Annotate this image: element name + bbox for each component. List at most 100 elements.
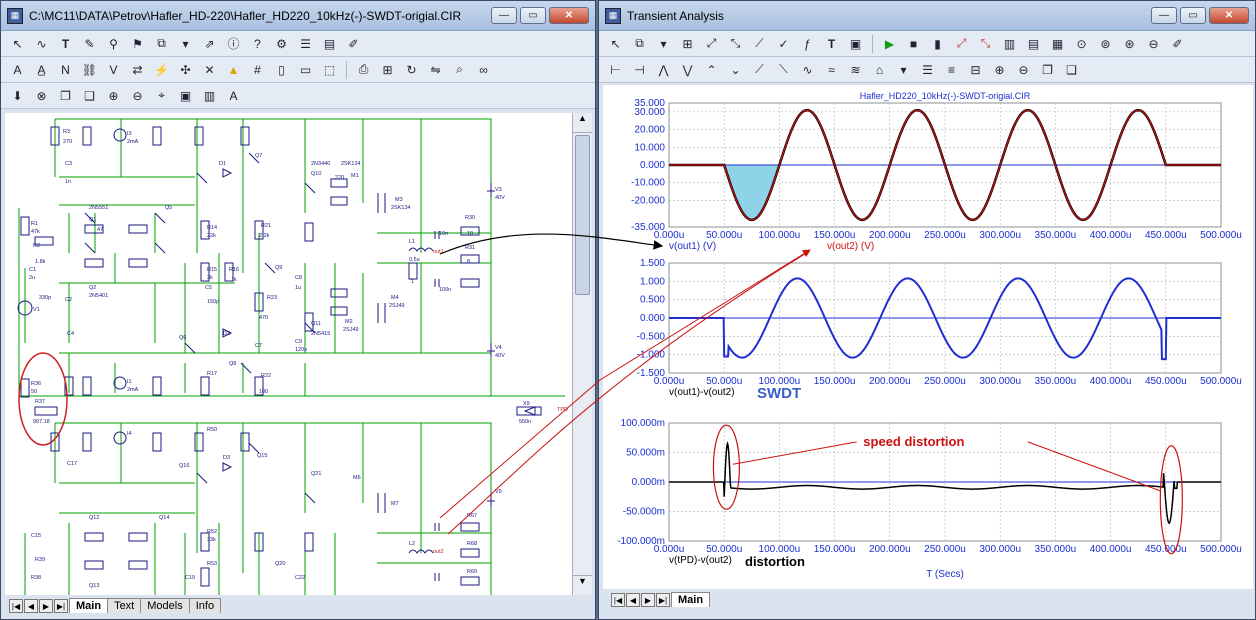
- text-icon[interactable]: T: [55, 34, 76, 54]
- measure-icon[interactable]: ⊙: [1071, 34, 1092, 54]
- transient-titlebar[interactable]: ▦ Transient Analysis — ▭ ✕: [599, 1, 1255, 31]
- arrow-icon[interactable]: ⇗: [199, 34, 220, 54]
- rotate-icon[interactable]: ↻: [401, 60, 422, 80]
- dropdown-icon[interactable]: ▾: [653, 34, 674, 54]
- scroll-up-icon[interactable]: ▲: [573, 113, 592, 133]
- zoom-in-icon[interactable]: ⊕: [103, 86, 124, 106]
- pause-icon[interactable]: ■: [903, 34, 924, 54]
- nav-next-icon[interactable]: ▶: [39, 599, 53, 613]
- wire-icon[interactable]: ∿: [31, 34, 52, 54]
- nav-next-icon[interactable]: ▶: [641, 593, 655, 607]
- probe2-icon[interactable]: ⤡: [975, 34, 996, 54]
- edit-icon[interactable]: ✐: [343, 34, 364, 54]
- plot-area[interactable]: 35.000 30.000 20.000 10.000 0.000 -10.000 -20.…: [603, 85, 1253, 589]
- slope-icon[interactable]: ⟋: [749, 34, 770, 54]
- close-button[interactable]: ✕: [549, 7, 589, 24]
- select-icon[interactable]: ↖: [7, 34, 28, 54]
- function-icon[interactable]: ƒ: [797, 34, 818, 54]
- dropdown-icon[interactable]: ▾: [175, 34, 196, 54]
- step-icon[interactable]: ▮: [927, 34, 948, 54]
- nav-first-icon[interactable]: |◀: [611, 593, 625, 607]
- wave-icon[interactable]: ≈: [821, 60, 842, 80]
- grid-icon[interactable]: ▤: [319, 34, 340, 54]
- find-icon[interactable]: ⌕: [449, 60, 470, 80]
- minimize-button[interactable]: —: [1151, 7, 1177, 24]
- chain-icon[interactable]: ⛓: [79, 60, 100, 80]
- bbox-icon[interactable]: ⬚: [319, 60, 340, 80]
- panel-icon[interactable]: ▥: [999, 34, 1020, 54]
- zoom-fit-icon[interactable]: ⌖: [151, 86, 172, 106]
- run-icon[interactable]: ▶: [879, 34, 900, 54]
- page-icon[interactable]: ▯: [271, 60, 292, 80]
- mirror-icon[interactable]: ⇋: [425, 60, 446, 80]
- measure2-icon[interactable]: ⊚: [1095, 34, 1116, 54]
- tab-models[interactable]: Models: [140, 598, 190, 613]
- font-icon[interactable]: A: [223, 86, 244, 106]
- binoculars-icon[interactable]: ∞: [473, 60, 494, 80]
- copy-icon[interactable]: ⧉: [629, 34, 650, 54]
- schematic-vscroll[interactable]: ▲ ▼: [572, 113, 592, 595]
- maximize-button[interactable]: ▭: [520, 7, 546, 24]
- scroll-thumb[interactable]: [575, 135, 590, 295]
- copy-icon[interactable]: ⧉: [151, 34, 172, 54]
- low-icon[interactable]: ⌄: [725, 60, 746, 80]
- scale-icon[interactable]: ⤢: [701, 34, 722, 54]
- warning-icon[interactable]: ▲: [223, 60, 244, 80]
- attr-icon[interactable]: A: [7, 60, 28, 80]
- nav-first-icon[interactable]: |◀: [9, 599, 23, 613]
- select-icon[interactable]: ↖: [605, 34, 626, 54]
- zoom-box-icon[interactable]: ⊞: [677, 34, 698, 54]
- maximize-button[interactable]: ▭: [1180, 7, 1206, 24]
- list-icon[interactable]: ☰: [917, 60, 938, 80]
- probe-icon[interactable]: ⚲: [103, 34, 124, 54]
- close-button[interactable]: ✕: [1209, 7, 1249, 24]
- node-icon[interactable]: N: [55, 60, 76, 80]
- pins-icon[interactable]: ✣: [175, 60, 196, 80]
- tab-main[interactable]: Main: [69, 598, 109, 613]
- wave2-icon[interactable]: ≋: [845, 60, 866, 80]
- high-icon[interactable]: ⌃: [701, 60, 722, 80]
- page2-icon[interactable]: ▭: [295, 60, 316, 80]
- nav-last-icon[interactable]: ▶|: [656, 593, 670, 607]
- minimize-button[interactable]: —: [491, 7, 517, 24]
- arrows-icon[interactable]: ⇄: [127, 60, 148, 80]
- stop-icon[interactable]: ⊗: [31, 86, 52, 106]
- zoom-in-icon[interactable]: ⊕: [989, 60, 1010, 80]
- stack2-icon[interactable]: ❑: [1061, 60, 1082, 80]
- grid2-icon[interactable]: #: [247, 60, 268, 80]
- zoom-icon[interactable]: ⊛: [1119, 34, 1140, 54]
- cursor2-icon[interactable]: ⊣: [629, 60, 650, 80]
- text-icon[interactable]: T: [821, 34, 842, 54]
- panel2-icon[interactable]: ▤: [1023, 34, 1044, 54]
- down-icon[interactable]: ⬇: [7, 86, 28, 106]
- slope-icon[interactable]: ⟋: [749, 60, 770, 80]
- pen-icon[interactable]: ✎: [79, 34, 100, 54]
- layout-icon[interactable]: ▥: [199, 86, 220, 106]
- voltage-icon[interactable]: V: [103, 60, 124, 80]
- flag-icon[interactable]: ⚑: [127, 34, 148, 54]
- nav-last-icon[interactable]: ▶|: [54, 599, 68, 613]
- stack-icon[interactable]: ❐: [1037, 60, 1058, 80]
- properties-icon[interactable]: ▣: [845, 34, 866, 54]
- list-icon[interactable]: ☰: [295, 34, 316, 54]
- slope2-icon[interactable]: ⟍: [773, 60, 794, 80]
- print-icon[interactable]: ⎙: [353, 60, 374, 80]
- zoom-out2-icon[interactable]: ⊖: [1013, 60, 1034, 80]
- info-icon[interactable]: ⓘ: [223, 34, 244, 54]
- nav-prev-icon[interactable]: ◀: [24, 599, 38, 613]
- scale2-icon[interactable]: ⤡: [725, 34, 746, 54]
- zoom-out-icon[interactable]: ⊖: [1143, 34, 1164, 54]
- schematic-canvas[interactable]: R3 270 C3 1n R1 47k R2 1.8k C1 2u V1 330p C2 C4…: [5, 113, 572, 595]
- probe-icon[interactable]: ⤢: [951, 34, 972, 54]
- tab-info[interactable]: Info: [188, 598, 222, 613]
- inflect-icon[interactable]: ∿: [797, 60, 818, 80]
- zoom-out-icon[interactable]: ⊖: [127, 86, 148, 106]
- tag-icon[interactable]: ⌂: [869, 60, 890, 80]
- cross-icon[interactable]: ✕: [199, 60, 220, 80]
- spark-icon[interactable]: ⚡: [151, 60, 172, 80]
- border-icon[interactable]: ⊞: [377, 60, 398, 80]
- valley-icon[interactable]: ⋁: [677, 60, 698, 80]
- nav-prev-icon[interactable]: ◀: [626, 593, 640, 607]
- stack-icon[interactable]: ❐: [55, 86, 76, 106]
- help-icon[interactable]: ?: [247, 34, 268, 54]
